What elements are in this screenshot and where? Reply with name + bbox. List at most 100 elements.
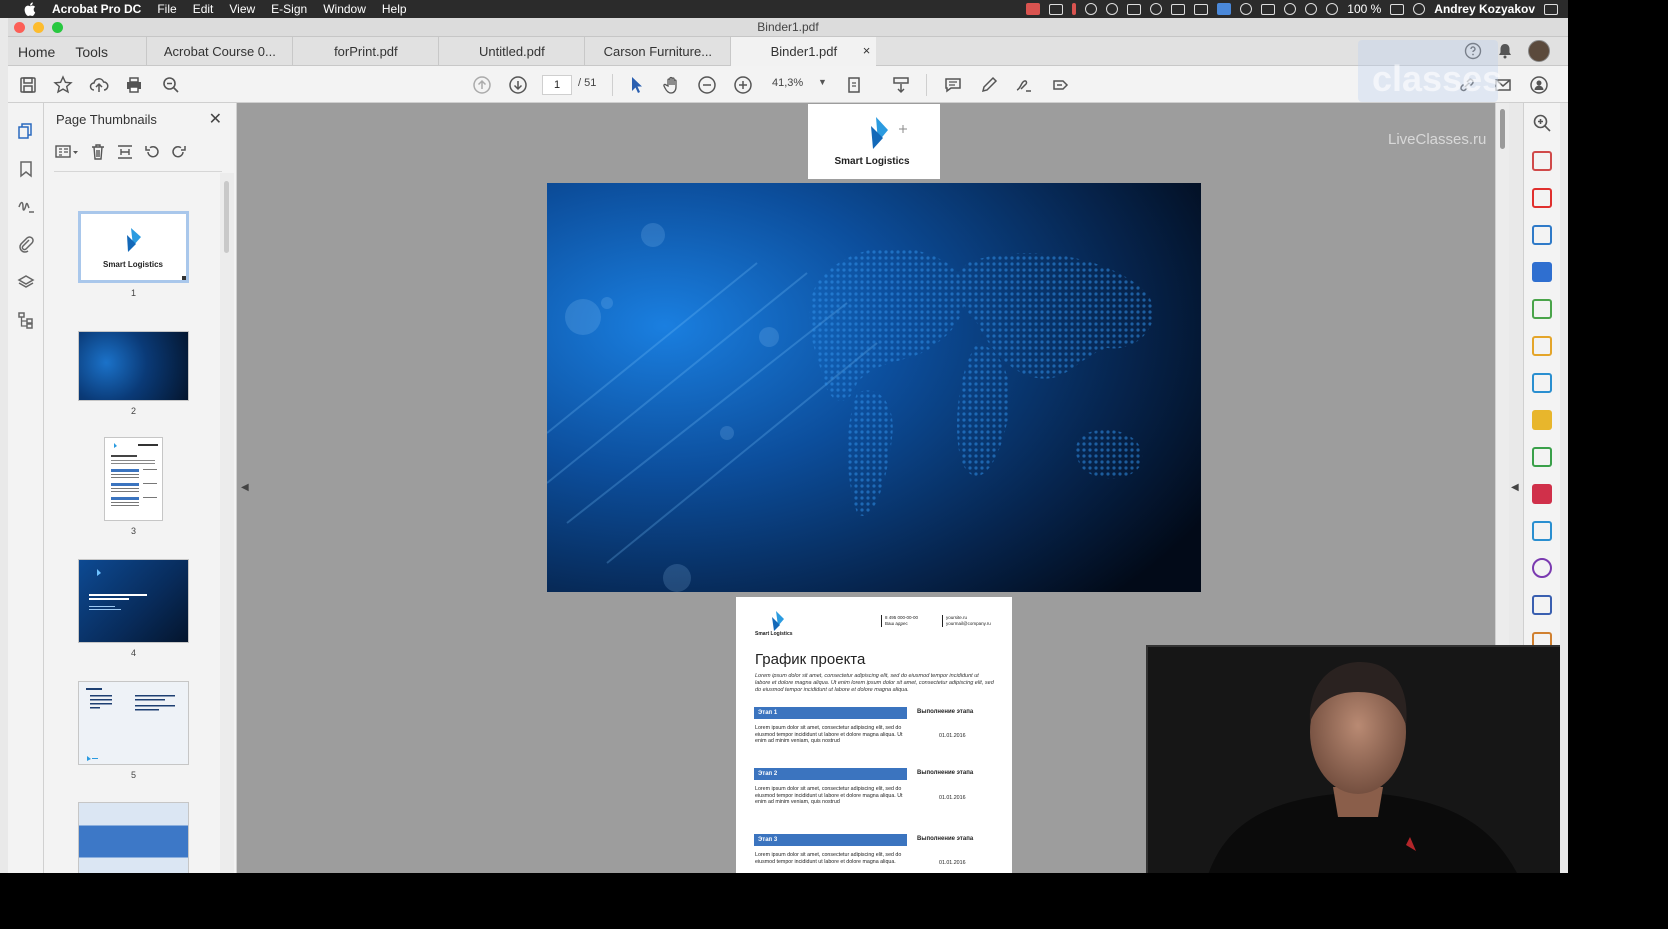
zoom-search-icon[interactable]: [159, 73, 183, 97]
screen-icon[interactable]: [1171, 3, 1186, 15]
sync-icon[interactable]: [1106, 3, 1119, 15]
close-icon[interactable]: ✕: [209, 109, 222, 129]
stage-bar: Этап 1: [754, 707, 907, 719]
thumbnail-page[interactable]: 5: [78, 681, 189, 780]
protect-icon[interactable]: [1532, 336, 1552, 356]
page-display-icon[interactable]: [844, 73, 868, 97]
tab-bar: Home Tools Acrobat Course 0... forPrint.…: [8, 37, 1568, 66]
pause-icon[interactable]: [1072, 3, 1077, 15]
thumbnail-options-icon[interactable]: [54, 143, 80, 161]
tab-tools[interactable]: Tools: [65, 37, 146, 66]
highlight-pen-icon[interactable]: [977, 73, 1001, 97]
stamp-icon[interactable]: [1532, 595, 1552, 615]
hand-tool-icon[interactable]: [660, 73, 684, 97]
menu-esign[interactable]: E-Sign: [271, 2, 307, 16]
menu-app-name[interactable]: Acrobat Pro DC: [52, 2, 141, 16]
accessibility-icon[interactable]: [1532, 558, 1552, 578]
chevron-down-icon[interactable]: ▼: [818, 77, 827, 87]
paperclip-icon[interactable]: [16, 234, 36, 254]
signature-icon[interactable]: [16, 196, 36, 216]
add-user-icon[interactable]: [1527, 73, 1551, 97]
star-icon[interactable]: [51, 73, 75, 97]
d-icon[interactable]: [1194, 3, 1209, 15]
tab-home[interactable]: Home: [8, 37, 65, 66]
doc-tab[interactable]: forPrint.pdf: [292, 37, 438, 66]
document-text-preview: [111, 443, 158, 506]
collapse-left-panel-icon[interactable]: ◀: [241, 482, 249, 493]
finder-icon[interactable]: [1217, 3, 1232, 15]
spotlight-search-icon[interactable]: [1413, 3, 1426, 15]
fill-sign-tool-icon[interactable]: [1532, 447, 1552, 467]
scrollbar-thumb[interactable]: [1500, 109, 1505, 149]
menu-edit[interactable]: Edit: [193, 2, 214, 16]
battery-percent[interactable]: 100 %: [1347, 2, 1381, 16]
search-zoom-icon[interactable]: [1532, 113, 1552, 133]
scroll-mode-icon[interactable]: [889, 73, 913, 97]
trash-icon[interactable]: [89, 143, 107, 161]
doc-tab[interactable]: Acrobat Course 0...: [146, 37, 292, 66]
bookmark-icon[interactable]: [16, 159, 36, 179]
zoom-level[interactable]: 41,3%: [772, 77, 803, 89]
wifi-icon[interactable]: [1305, 3, 1318, 15]
prepare-form-icon[interactable]: [1532, 484, 1552, 504]
volume-icon[interactable]: [1326, 3, 1339, 15]
save-icon[interactable]: [16, 73, 40, 97]
scrollbar-thumb[interactable]: [224, 181, 229, 253]
thumbnail-page[interactable]: 2: [78, 331, 189, 416]
rotate-right-icon[interactable]: [170, 143, 188, 161]
combine-files-icon[interactable]: [1532, 299, 1552, 319]
collapse-right-panel-icon[interactable]: ◀: [1511, 482, 1519, 493]
menu-window[interactable]: Window: [323, 2, 366, 16]
doc-tab-active[interactable]: Binder1.pdf ×: [730, 37, 877, 66]
insert-page-icon[interactable]: [116, 143, 134, 161]
fill-sign-icon[interactable]: [1048, 73, 1072, 97]
user-name[interactable]: Andrey Kozyakov: [1434, 2, 1535, 16]
zoom-in-icon[interactable]: [731, 73, 755, 97]
apple-icon[interactable]: [22, 1, 38, 17]
create-pdf-icon[interactable]: [1532, 188, 1552, 208]
thumbnails-scrollbar[interactable]: [220, 173, 234, 873]
layers-icon[interactable]: [16, 272, 36, 292]
bluetooth-icon[interactable]: [1284, 3, 1297, 15]
menu-file[interactable]: File: [157, 2, 176, 16]
page-thumbnails-icon[interactable]: [16, 121, 36, 141]
menu-view[interactable]: View: [229, 2, 255, 16]
thumbnail-page[interactable]: Smart Logistics 1: [78, 211, 189, 298]
upload-cloud-icon[interactable]: [87, 73, 111, 97]
rich-media-icon[interactable]: [1532, 521, 1552, 541]
dropbox-icon[interactable]: [1085, 3, 1098, 15]
send-for-review-icon[interactable]: [1532, 373, 1552, 393]
cloud-icon[interactable]: [1150, 3, 1163, 15]
comment-tool-icon[interactable]: [1532, 410, 1552, 430]
export-pdf-icon[interactable]: [1532, 262, 1552, 282]
window-icon[interactable]: [1127, 3, 1142, 15]
thumbnail-page[interactable]: 3: [104, 437, 163, 536]
menu-help[interactable]: Help: [382, 2, 407, 16]
thumbnail-page[interactable]: 4: [78, 559, 189, 658]
recording-icon[interactable]: [1026, 3, 1041, 15]
page-number-input[interactable]: 1: [542, 75, 572, 95]
notification-center-icon[interactable]: [1544, 3, 1558, 15]
zoom-out-icon[interactable]: [695, 73, 719, 97]
thumbnail-page[interactable]: [78, 802, 189, 873]
previous-page-icon[interactable]: [470, 73, 494, 97]
close-tab-button[interactable]: ×: [863, 43, 871, 58]
battery-icon[interactable]: [1390, 3, 1405, 15]
time-machine-icon[interactable]: [1240, 3, 1253, 15]
sign-icon[interactable]: [1012, 73, 1036, 97]
avatar[interactable]: [1528, 40, 1550, 62]
print-icon[interactable]: [122, 73, 146, 97]
content-tree-icon[interactable]: [16, 310, 36, 330]
edit-pdf-icon[interactable]: [1532, 225, 1552, 245]
organize-pages-icon[interactable]: [1532, 151, 1552, 171]
doc-tab[interactable]: Carson Furniture...: [584, 37, 730, 66]
doc-tab-label: Acrobat Course 0...: [163, 44, 276, 59]
comment-icon[interactable]: [941, 73, 965, 97]
doc-tab[interactable]: Untitled.pdf: [438, 37, 584, 66]
display-icon[interactable]: [1049, 3, 1064, 15]
menubar-tray: 100 % Andrey Kozyakov: [1026, 0, 1558, 18]
rotate-left-icon[interactable]: [143, 143, 161, 161]
next-page-icon[interactable]: [506, 73, 530, 97]
select-arrow-icon[interactable]: [624, 73, 648, 97]
input-source-icon[interactable]: [1261, 3, 1276, 15]
